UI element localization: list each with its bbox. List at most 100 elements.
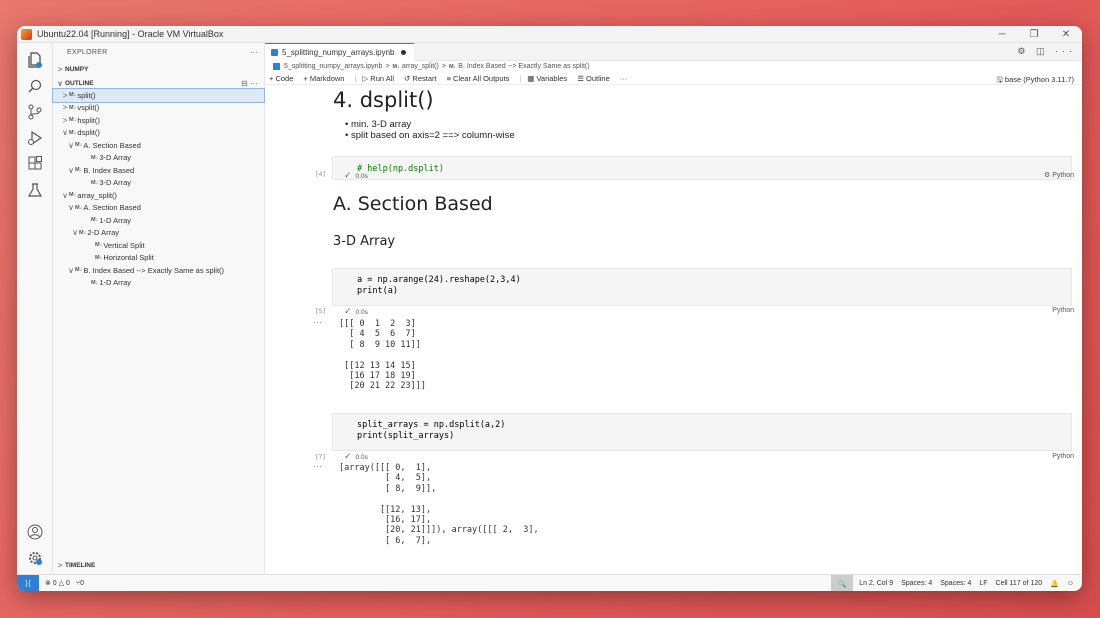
- explorer-more-button[interactable]: ···: [250, 48, 258, 57]
- cell-status: ✓ 0.0s: [344, 306, 368, 317]
- clear-outputs-button[interactable]: ≡ Clear All Outputs: [447, 74, 510, 83]
- outline-item[interactable]: M↓ Vertical Split: [53, 239, 264, 252]
- outline-item[interactable]: ∨ M↓ A. Section Based: [53, 202, 264, 215]
- outline-item[interactable]: ∨ M↓ 2-D Array: [53, 227, 264, 240]
- outline-item[interactable]: M↓ 1-D Array: [53, 214, 264, 227]
- chevron-icon[interactable]: ∨: [67, 141, 75, 150]
- breadcrumb-file[interactable]: 5_splitting_numpy_arrays.ipynb: [284, 63, 382, 70]
- indentation-1[interactable]: Spaces: 4: [901, 580, 932, 587]
- outline-item[interactable]: M↓ 3-D Array: [53, 177, 264, 190]
- outline-item-label: 3-D Array: [99, 153, 132, 163]
- restore-button[interactable]: ❐: [1018, 26, 1050, 43]
- outline-item[interactable]: ∨ M↓ array_split(): [53, 189, 264, 202]
- restart-button[interactable]: ↺ Restart: [404, 74, 437, 83]
- tab-notebook[interactable]: 5_splitting_numpy_arrays.ipynb: [265, 43, 414, 61]
- outline-item-label: vsplit(): [77, 103, 100, 113]
- code-line: # help(np.dsplit): [357, 164, 444, 174]
- outline-button[interactable]: ☰ Outline: [577, 74, 610, 83]
- outline-item[interactable]: ∨ M↓ dsplit(): [53, 127, 264, 140]
- extensions-icon[interactable]: [24, 153, 46, 175]
- breadcrumb-section[interactable]: array_split(): [402, 63, 439, 70]
- outline-item[interactable]: M↓ 1-D Array: [53, 277, 264, 290]
- outline-item-label: split(): [77, 90, 96, 100]
- cell-language[interactable]: Python: [1052, 307, 1074, 314]
- outline-item[interactable]: ∨ M↓ B. Index Based --> Exactly Same as sp…: [53, 264, 264, 277]
- outline-item-label: 3-D Array: [99, 178, 132, 188]
- minimize-button[interactable]: ─: [986, 26, 1018, 43]
- code-cell-5[interactable]: a = np.arange(24).reshape(2,3,4) print(a…: [332, 268, 1072, 306]
- toolbar-more-button[interactable]: ···: [620, 74, 628, 83]
- add-code-button[interactable]: + Code: [269, 74, 293, 83]
- run-debug-icon[interactable]: [24, 127, 46, 149]
- markdown-icon: M↓: [91, 154, 99, 161]
- variables-button[interactable]: ▦ Variables: [527, 74, 567, 83]
- source-control-icon[interactable]: [24, 101, 46, 123]
- remote-icon[interactable]: ⟩⟨: [17, 574, 39, 591]
- outline-item[interactable]: ∨ M↓ A. Section Based: [53, 139, 264, 152]
- outline-tree: > M↓ split() > M↓ vsplit() > M↓ hsplit() ∨ M↓ dspli…: [52, 88, 265, 290]
- outline-item[interactable]: > M↓ hsplit(): [53, 114, 264, 127]
- run-all-button[interactable]: ▷ Run All: [362, 74, 394, 83]
- chevron-icon[interactable]: ∨: [61, 128, 69, 137]
- code-cell-7[interactable]: split_arrays = np.dsplit(a,2) print(spli…: [332, 413, 1072, 451]
- timeline-section-header[interactable]: > TIMELINE: [53, 559, 264, 571]
- indentation-2[interactable]: Spaces: 4: [940, 580, 971, 587]
- explorer-icon[interactable]: [24, 49, 46, 71]
- outline-item[interactable]: > M↓ vsplit(): [53, 102, 264, 115]
- markdown-icon: M↓: [91, 279, 99, 286]
- output-more-icon[interactable]: ···: [313, 461, 322, 471]
- notebook-content: 4. dsplit() • min. 3-D array • split bas…: [265, 86, 1082, 574]
- chevron-icon[interactable]: ∨: [67, 203, 75, 212]
- feedback-icon[interactable]: ☺: [1067, 580, 1074, 587]
- bullet-item: split based on axis=2 ==> column-wise: [350, 130, 515, 141]
- ports-indicator[interactable]: ⑂0: [76, 580, 84, 587]
- outline-item[interactable]: M↓ Horizontal Split: [53, 252, 264, 265]
- markdown-icon: M↓: [95, 254, 103, 261]
- code-line: a = np.arange(24).reshape(2,3,4): [357, 275, 521, 285]
- code-cell-4[interactable]: # help(np.dsplit): [332, 156, 1072, 180]
- add-markdown-button[interactable]: + Markdown: [303, 74, 344, 83]
- code-line: print(split_arrays): [357, 431, 455, 441]
- chevron-icon[interactable]: >: [61, 116, 69, 125]
- code-line: split_arrays = np.dsplit(a,2): [357, 420, 506, 430]
- chevron-icon[interactable]: >: [61, 91, 69, 100]
- settings-gear-icon[interactable]: [24, 547, 46, 569]
- search-icon[interactable]: [24, 75, 46, 97]
- chevron-icon[interactable]: >: [61, 103, 69, 112]
- numpy-folder-section[interactable]: > NUMPY: [53, 63, 264, 75]
- chevron-icon[interactable]: ∨: [67, 166, 75, 175]
- output-more-icon[interactable]: ···: [313, 317, 322, 327]
- breadcrumb-subsection[interactable]: B. Index Based --> Exactly Same as split…: [458, 63, 589, 70]
- markdown-icon: M↓: [95, 242, 103, 249]
- notifications-bell-icon[interactable]: 🔔: [1050, 580, 1059, 588]
- outline-item-label: A. Section Based: [83, 140, 141, 150]
- close-button[interactable]: ✕: [1050, 26, 1082, 43]
- line-ending[interactable]: LF: [979, 580, 987, 587]
- outline-item[interactable]: > M↓ split(): [52, 88, 265, 103]
- editor-actions[interactable]: ⚙ ◫ ···: [1017, 46, 1076, 57]
- chevron-icon[interactable]: ∨: [71, 228, 79, 237]
- chevron-icon[interactable]: ∨: [67, 266, 75, 275]
- problems-indicator[interactable]: ⊗ 0 △ 0: [45, 579, 70, 587]
- cell-language[interactable]: Python: [1052, 453, 1074, 460]
- markdown-icon: M↓: [69, 92, 77, 99]
- execution-count: [5]: [315, 308, 326, 315]
- markdown-icon: M↓: [75, 204, 83, 211]
- breadcrumb: 5_splitting_numpy_arrays.ipynb > M↓ array…: [265, 61, 1082, 72]
- markdown-icon: M↓: [91, 179, 99, 186]
- collapse-all-icon[interactable]: ⊟ ···: [241, 79, 258, 88]
- outline-item[interactable]: ∨ M↓ B. Index Based: [53, 164, 264, 177]
- testing-flask-icon[interactable]: [24, 179, 46, 201]
- markdown-icon: M↓: [75, 142, 83, 149]
- outline-item[interactable]: M↓ 3-D Array: [53, 152, 264, 165]
- chevron-icon[interactable]: ∨: [61, 191, 69, 200]
- account-icon[interactable]: [24, 521, 46, 543]
- zoom-icon[interactable]: 🔍: [831, 575, 854, 591]
- cell-language[interactable]: ⚙ Python: [1044, 171, 1074, 179]
- outline-item-label: hsplit(): [77, 115, 100, 125]
- unsaved-dot-icon[interactable]: [400, 50, 406, 55]
- cell-indicator[interactable]: Cell 117 of 120: [996, 580, 1043, 587]
- cursor-position[interactable]: Ln 2, Col 9: [859, 580, 893, 587]
- virtualbox-window: Ubuntu22.04 [Running] - Oracle VM Virtua…: [17, 26, 1082, 591]
- outline-section-header[interactable]: ∨ OUTLINE ⊟ ···: [53, 77, 264, 89]
